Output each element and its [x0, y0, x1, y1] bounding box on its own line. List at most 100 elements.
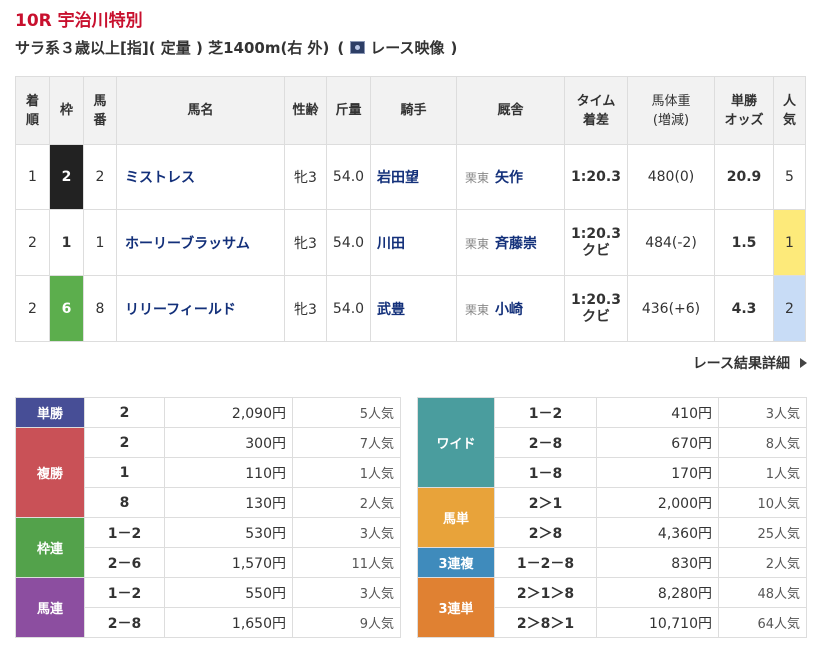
payout-amount: 130円	[164, 487, 293, 518]
movie-icon	[350, 41, 366, 54]
body-weight: 484(-2)	[627, 209, 715, 276]
race-title: 10R 宇治川特別	[15, 11, 143, 31]
margin: クビ	[582, 308, 610, 325]
waku: 2	[49, 144, 84, 210]
trainer-link[interactable]: 小崎	[495, 302, 523, 318]
payout-label-umaren: 馬連	[15, 577, 85, 638]
payout-amount: 2,090円	[164, 397, 293, 428]
jockey-cell: 岩田望	[370, 144, 457, 210]
payout-combo: 2＞1＞8	[494, 577, 597, 608]
belong: 栗東	[465, 171, 490, 185]
horse-name-link[interactable]: ミストレス	[125, 170, 195, 186]
sex-age: 牝3	[284, 275, 327, 342]
payout-popularity: 2人気	[718, 547, 807, 578]
results-table: 着 順 枠 馬 番 馬名 性齢 斤量 騎手 厩舎 タイム 着差 馬体重 (増減)…	[15, 76, 806, 342]
payout-label-sanrenpuku: 3連複	[417, 547, 495, 578]
payout-combo: 2－8	[84, 607, 165, 638]
weight: 54.0	[326, 209, 371, 276]
weight: 54.0	[326, 144, 371, 210]
payout-amount: 410円	[596, 397, 719, 428]
time: 1:20.3	[571, 168, 621, 185]
header-horse: 馬名	[116, 76, 285, 145]
payout-amount: 110円	[164, 457, 293, 488]
margin: クビ	[582, 242, 610, 259]
payout-amount: 1,570円	[164, 547, 293, 578]
payout-popularity: 10人気	[718, 487, 807, 518]
trainer-link[interactable]: 斉藤崇	[495, 236, 537, 252]
result-row: 1 2 2 ミストレス 牝3 54.0 岩田望 栗東 矢作 1:20.3 480(…	[15, 144, 806, 210]
payout-label-wakuren: 枠連	[15, 517, 85, 578]
payout-popularity: 5人気	[292, 397, 401, 428]
payout-popularity: 1人気	[292, 457, 401, 488]
race-video-label: レース映像	[370, 39, 445, 57]
payout-table-left: 単勝 2 2,090円 5人気 複勝 2 300円 7人気 1 110円 1人気…	[15, 397, 401, 638]
payout-amount: 4,360円	[596, 517, 719, 548]
payout-popularity: 3人気	[292, 517, 401, 548]
popularity: 5	[773, 144, 806, 210]
jockey-link[interactable]: 武豊	[377, 302, 405, 318]
payout-popularity: 48人気	[718, 577, 807, 608]
header-sex-age: 性齢	[284, 76, 327, 145]
payout-combo: 1－2	[84, 577, 165, 608]
race-conditions-line: サラ系３歳以上[指]( 定量 ) 芝1400m(右 外) ( レース映像 )	[15, 37, 457, 58]
trainer-cell: 栗東 矢作	[456, 144, 565, 210]
belong: 栗東	[465, 236, 490, 251]
jockey-link[interactable]: 川田	[377, 236, 405, 252]
paren-open: (	[337, 38, 345, 57]
header-trainer: 厩舎	[456, 76, 565, 145]
trainer-link[interactable]: 矢作	[495, 170, 523, 186]
trainer-cell: 栗東 小崎	[456, 275, 565, 342]
header-weight: 斤量	[326, 76, 371, 145]
body-weight: 480(0)	[627, 144, 715, 210]
payout-combo: 1	[84, 457, 165, 488]
rank: 1	[15, 144, 50, 210]
horse-name-link[interactable]: ホーリーブラッサム	[125, 236, 250, 252]
body-weight: 436(+6)	[627, 275, 715, 342]
waku: 6	[49, 275, 84, 342]
weight: 54.0	[326, 275, 371, 342]
payout-combo: 2－8	[494, 427, 597, 458]
payout-label-tansho: 単勝	[15, 397, 85, 428]
payout-label-fukusho: 複勝	[15, 427, 85, 518]
payout-combo: 2＞8	[494, 517, 597, 548]
header-time: タイム 着差	[564, 76, 628, 145]
payout-amount: 8,280円	[596, 577, 719, 608]
payout-popularity: 9人気	[292, 607, 401, 638]
time: 1:20.3	[571, 291, 621, 308]
trainer-cell: 栗東 斉藤崇	[456, 209, 565, 276]
payout-popularity: 64人気	[718, 607, 807, 638]
payout-amount: 670円	[596, 427, 719, 458]
jockey-link[interactable]: 岩田望	[377, 170, 419, 186]
payout-popularity: 2人気	[292, 487, 401, 518]
horse-name-link[interactable]: リリーフィールド	[125, 302, 236, 318]
header-rank: 着 順	[15, 76, 50, 145]
odds: 1.5	[714, 209, 774, 276]
popularity: 1	[773, 209, 806, 276]
payout-combo: 1－2	[494, 397, 597, 428]
umaban: 2	[83, 144, 117, 210]
race-conditions: サラ系３歳以上[指]( 定量 ) 芝1400m(右 外)	[15, 39, 330, 57]
horse-name-cell: ミストレス	[116, 144, 285, 210]
race-result-detail-link[interactable]: レース結果詳細	[693, 353, 807, 373]
payout-label-sanrentan: 3連単	[417, 577, 495, 638]
time: 1:20.3	[571, 225, 621, 242]
horse-name-cell: ホーリーブラッサム	[116, 209, 285, 276]
payout-amount: 830円	[596, 547, 719, 578]
payout-popularity: 25人気	[718, 517, 807, 548]
payout-combo: 8	[84, 487, 165, 518]
payout-combo: 2＞8＞1	[494, 607, 597, 638]
time-cell: 1:20.3	[564, 144, 628, 210]
header-body-weight: 馬体重 (増減)	[627, 76, 715, 145]
payout-popularity: 3人気	[718, 397, 807, 428]
payout-amount: 2,000円	[596, 487, 719, 518]
race-video-link[interactable]: レース映像	[344, 37, 445, 58]
payout-combo: 2＞1	[494, 487, 597, 518]
payout-popularity: 11人気	[292, 547, 401, 578]
umaban: 8	[83, 275, 117, 342]
arrow-right-icon	[800, 358, 807, 368]
jockey-cell: 川田	[370, 209, 457, 276]
payout-label-wide: ワイド	[417, 397, 495, 488]
belong: 栗東	[465, 302, 490, 317]
result-row: 2 1 1 ホーリーブラッサム 牝3 54.0 川田 栗東 斉藤崇 1:20.3 ク…	[15, 209, 806, 276]
payout-label-umatan: 馬単	[417, 487, 495, 548]
